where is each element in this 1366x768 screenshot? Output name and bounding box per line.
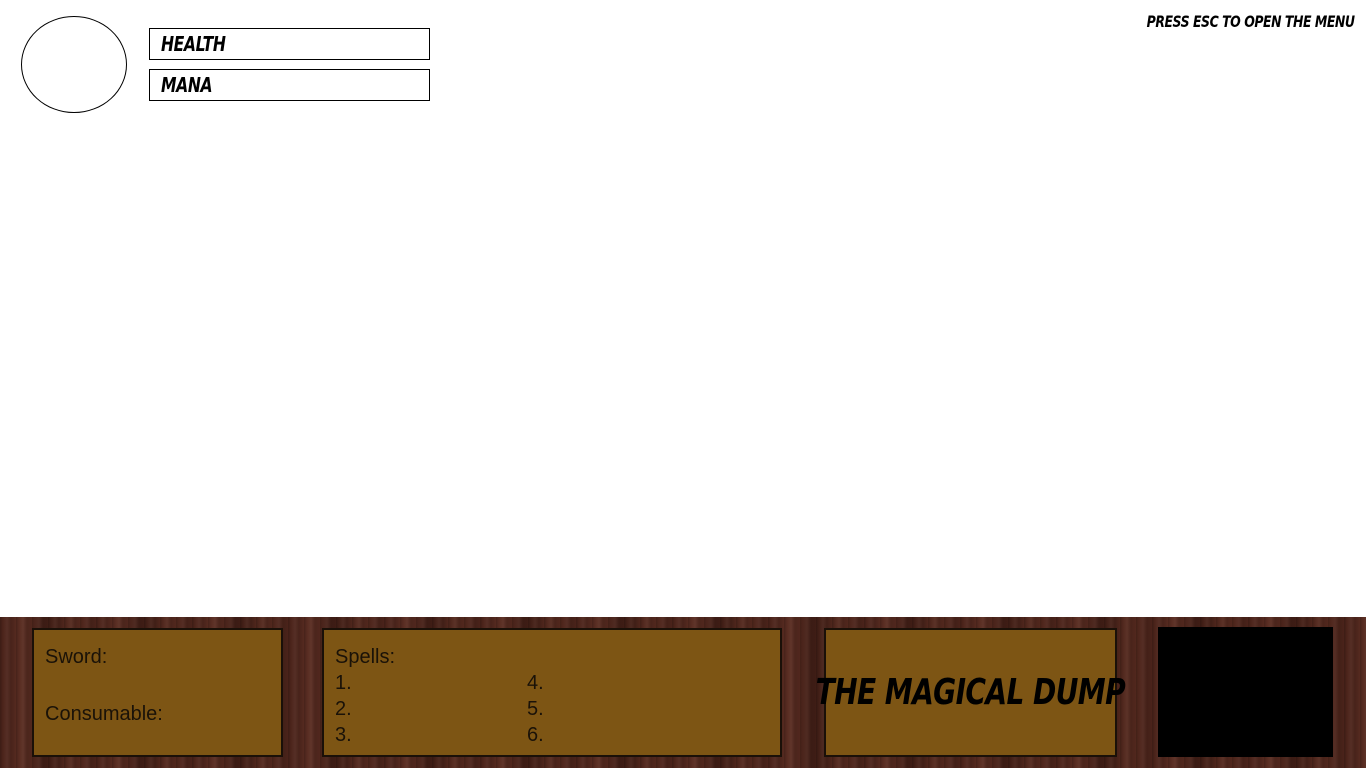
spell-slot-6[interactable]: 6. xyxy=(527,725,544,745)
sword-label: Sword: xyxy=(45,646,108,668)
spell-slot-2[interactable]: 2. xyxy=(335,699,352,719)
spells-panel: Spells: 1. 2. 3. 4. 5. 6. xyxy=(322,628,782,757)
game-title: The Magical Dump xyxy=(815,672,1126,713)
mana-bar: Mana xyxy=(149,69,430,101)
equipment-panel: Sword: Consumable: xyxy=(32,628,283,757)
bottom-hud-bar: Sword: Consumable: Spells: 1. 2. 3. 4. 5… xyxy=(0,617,1366,768)
minimap xyxy=(1158,627,1333,757)
spell-slot-3[interactable]: 3. xyxy=(335,725,352,745)
health-bar: Health xyxy=(149,28,430,60)
menu-hint: Press ESC to open the menu xyxy=(1147,12,1355,31)
player-portrait xyxy=(21,16,127,113)
spell-slot-5[interactable]: 5. xyxy=(527,699,544,719)
spell-slot-4[interactable]: 4. xyxy=(527,673,544,693)
spells-header: Spells: xyxy=(335,646,396,668)
game-title-panel: The Magical Dump xyxy=(816,628,1126,757)
mana-label: Mana xyxy=(161,73,213,97)
health-label: Health xyxy=(161,32,226,56)
consumable-label: Consumable: xyxy=(45,703,163,725)
spell-slot-1[interactable]: 1. xyxy=(335,673,352,693)
